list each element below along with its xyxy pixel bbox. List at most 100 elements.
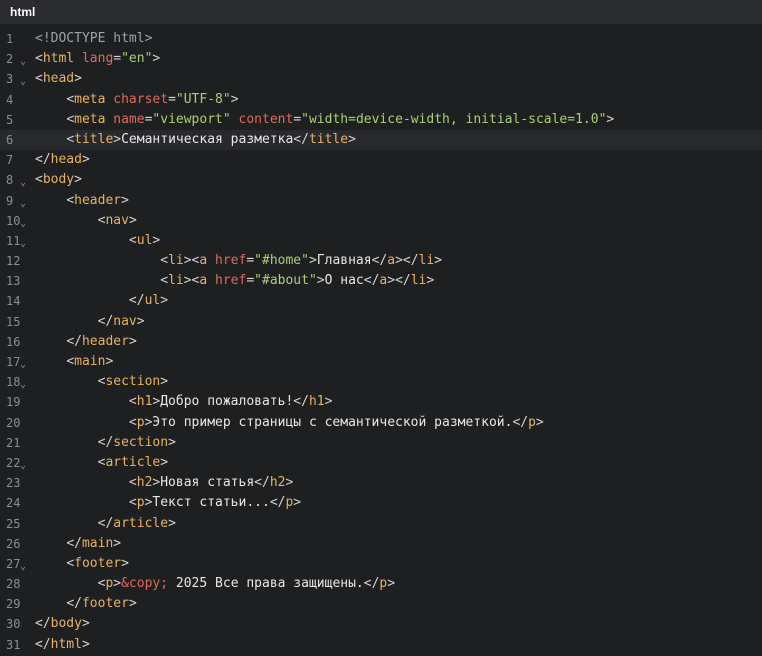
token-tag: html [42, 51, 75, 67]
code-text: <title>Семантическая разметка</title> [30, 130, 356, 150]
token-punct: </ [363, 576, 380, 592]
token-punct [207, 273, 215, 288]
code-line[interactable]: 2 ⌄ <html lang="en"> [0, 49, 762, 69]
line-number: 5 [6, 112, 14, 127]
code-text: <li><a href="#home">Главная</a></li> [30, 251, 442, 271]
line-number: 29 [6, 597, 21, 612]
line-number: 14 [6, 294, 21, 309]
token-punct: > [74, 172, 82, 188]
code-line[interactable]: 31 </html> [0, 635, 762, 655]
code-text: <meta charset="UTF-8"> [30, 90, 239, 110]
code-line[interactable]: 26 </main> [0, 534, 762, 554]
token-tag: footer [81, 596, 129, 612]
code-text: </article> [30, 514, 176, 534]
line-number: 27 [6, 556, 21, 571]
token-tag: li [168, 253, 184, 269]
token-punct: >< [183, 273, 200, 289]
code-text: </html> [30, 635, 90, 655]
token-attr: href [215, 273, 247, 289]
code-text: <!DOCTYPE html> [30, 29, 152, 49]
token-punct: = [168, 91, 176, 107]
code-line[interactable]: 24 <p>Текст статьи...</p> [0, 493, 762, 513]
code-line[interactable]: 27 ⌄ <footer> [0, 554, 762, 574]
token-punct: </ [35, 636, 51, 652]
code-line[interactable]: 10 ⌄ <nav> [0, 211, 762, 231]
token-punct: </ [97, 515, 114, 531]
code-line[interactable]: 20 <p>Это пример страницы с семантическо… [0, 413, 762, 433]
line-gutter: 24 [0, 493, 30, 513]
token-punct: </ [269, 495, 286, 511]
code-line[interactable]: 14 </ul> [0, 291, 762, 311]
token-tag: head [50, 152, 82, 168]
code-line[interactable]: 11 ⌄ <ul> [0, 231, 762, 251]
code-text: <body> [30, 170, 82, 190]
token-punct: > [230, 91, 239, 107]
token-tag: meta [74, 111, 106, 127]
code-line[interactable]: 12 <li><a href="#home">Главная</a></li> [0, 251, 762, 271]
token-attr: content [238, 111, 294, 127]
token-punct: ></ [387, 273, 411, 289]
line-gutter: 14 [0, 291, 30, 311]
token-tag: nav [105, 212, 129, 228]
line-number: 18 [6, 375, 21, 390]
editor-tab[interactable]: html [0, 0, 762, 24]
token-text: 2025 Все права защищены. [168, 576, 364, 592]
code-line[interactable]: 15 </nav> [0, 312, 762, 332]
token-punct: < [128, 414, 137, 430]
line-number: 24 [6, 496, 21, 511]
token-punct: = [246, 253, 255, 269]
code-line[interactable]: 16 </header> [0, 332, 762, 352]
token-text: Текст статьи... [152, 495, 270, 511]
code-line[interactable]: 6 <title>Семантическая разметка</title> [0, 129, 762, 151]
token-punct [207, 253, 215, 268]
token-punct: > [160, 374, 169, 390]
line-gutter: 7 [0, 150, 30, 170]
token-punct: > [535, 414, 544, 430]
line-number: 9 [6, 193, 14, 208]
token-tag: footer [74, 555, 122, 571]
code-editor[interactable]: 1 <!DOCTYPE html> 2 ⌄ <html lang="en"> 3 ⌄ <hea… [0, 24, 762, 656]
token-punct: > [152, 232, 161, 248]
code-line[interactable]: 9 ⌄ <header> [0, 191, 762, 211]
code-line[interactable]: 23 <h2>Новая статья</h2> [0, 473, 762, 493]
code-line[interactable]: 13 <li><a href="#about">О нас</a></li> [0, 271, 762, 291]
code-line[interactable]: 21 </section> [0, 433, 762, 453]
line-number: 21 [6, 435, 21, 450]
code-line[interactable]: 5 <meta name="viewport" content="width=d… [0, 110, 762, 130]
code-line[interactable]: 30 </body> [0, 614, 762, 634]
code-text: <article> [30, 453, 168, 473]
line-number: 25 [6, 516, 21, 531]
token-punct: >< [183, 253, 200, 269]
code-line[interactable]: 18 ⌄ <section> [0, 372, 762, 392]
code-line[interactable]: 1 <!DOCTYPE html> [0, 29, 762, 49]
line-gutter: 29 [0, 594, 30, 614]
token-punct: > [136, 313, 145, 329]
token-tag: header [81, 333, 129, 349]
line-gutter: 30 [0, 614, 30, 634]
code-text: </ul> [30, 291, 168, 311]
token-punct: ></ [395, 253, 419, 269]
code-line[interactable]: 25 </article> [0, 514, 762, 534]
code-line[interactable]: 8 ⌄ <body> [0, 170, 762, 190]
line-gutter: 25 [0, 514, 30, 534]
code-text: </section> [30, 433, 176, 453]
token-punct: > [113, 131, 122, 147]
code-line[interactable]: 17 ⌄ <main> [0, 352, 762, 372]
tab-title: html [10, 5, 36, 19]
code-text: <head> [30, 69, 82, 89]
token-punct: </ [35, 152, 51, 168]
code-line[interactable]: 22 ⌄ <article> [0, 453, 762, 473]
code-line[interactable]: 7 </head> [0, 150, 762, 170]
line-gutter: 12 [0, 251, 30, 271]
token-str: "viewport" [152, 111, 231, 127]
token-punct: < [35, 51, 43, 67]
code-line[interactable]: 4 <meta charset="UTF-8"> [0, 90, 762, 110]
code-line[interactable]: 28 <p>&copy; 2025 Все права защищены.</p… [0, 574, 762, 594]
token-tag: title [308, 131, 349, 147]
code-line[interactable]: 19 <h1>Добро пожаловать!</h1> [0, 392, 762, 412]
code-line[interactable]: 3 ⌄ <head> [0, 69, 762, 89]
code-line[interactable]: 29 </footer> [0, 594, 762, 614]
